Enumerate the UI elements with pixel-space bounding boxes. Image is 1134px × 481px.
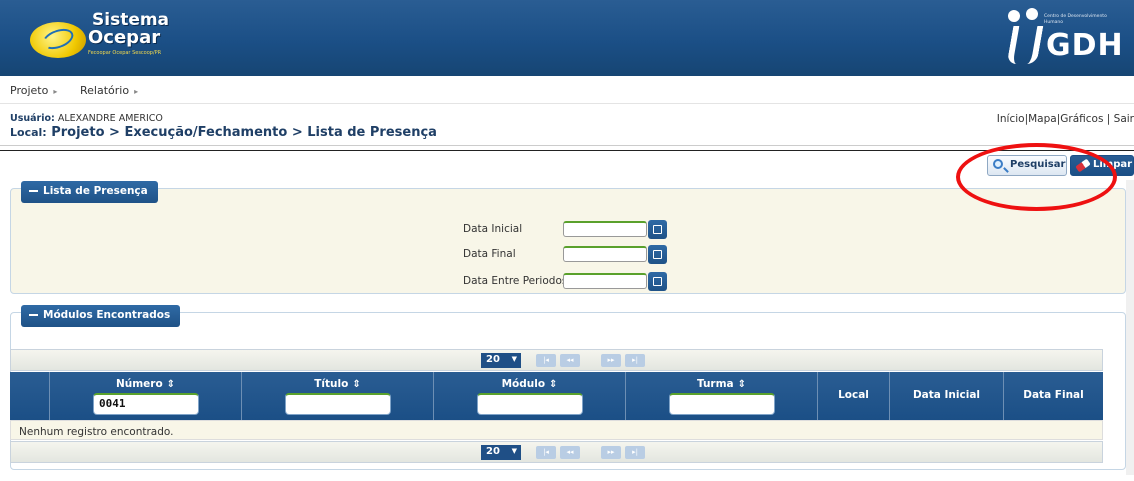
last-page-icon[interactable]: ▸| <box>625 446 645 459</box>
page-size-select[interactable]: 20 <box>481 353 521 368</box>
pager-top: 20 |◂ ◂◂ ▸▸ ▸| <box>10 349 1103 371</box>
pager-bottom: 20 |◂ ◂◂ ▸▸ ▸| <box>10 441 1103 463</box>
data-final-input[interactable] <box>563 246 647 262</box>
column-numero[interactable]: Número ⇕ 0041 <box>50 372 242 420</box>
column-modulo[interactable]: Módulo ⇕ <box>434 372 626 420</box>
row-select-column <box>10 372 50 420</box>
breadcrumb-path: Projeto > Execução/Fechamento > Lista de… <box>51 125 437 140</box>
top-links: Início|Mapa|Gráficos | Sair <box>997 113 1134 125</box>
next-page-icon[interactable]: ▸▸ <box>601 354 621 367</box>
chevron-right-icon: ▸ <box>53 87 58 96</box>
app-header: Sistema Ocepar Fecoopar Ocepar Sescoop/P… <box>0 0 1134 76</box>
menu-item-relatorio[interactable]: Relatório ▸ <box>80 84 138 97</box>
next-page-icon[interactable]: ▸▸ <box>601 446 621 459</box>
menu-item-projeto[interactable]: Projeto ▸ <box>10 84 57 97</box>
gdh-wordmark: GDH <box>1046 28 1124 63</box>
first-page-icon[interactable]: |◂ <box>536 446 556 459</box>
collapse-icon <box>29 190 38 192</box>
user-info: Usuário: ALEXANDRE AMERICO <box>10 113 163 124</box>
calendar-icon[interactable] <box>648 272 667 291</box>
data-inicial-label: Data Inicial <box>463 223 523 235</box>
last-page-icon[interactable]: ▸| <box>625 354 645 367</box>
column-turma[interactable]: Turma ⇕ <box>626 372 818 420</box>
logo-line2: Ocepar <box>88 27 161 48</box>
gdh-caption: Centro de Desenvolvimento Humano <box>1044 14 1107 25</box>
person-figure-icon <box>1004 8 1044 66</box>
link-sair[interactable]: Sair <box>1114 113 1134 125</box>
column-local[interactable]: Local <box>818 372 890 420</box>
link-graficos[interactable]: Gráficos <box>1060 113 1103 125</box>
user-name: ALEXANDRE AMERICO <box>57 113 163 124</box>
link-inicio[interactable]: Início <box>997 113 1025 125</box>
collapse-icon <box>29 314 38 316</box>
filter-panel-toggle[interactable]: Lista de Presença <box>21 181 158 203</box>
titulo-filter-input[interactable] <box>285 393 391 415</box>
numero-filter-input[interactable]: 0041 <box>93 393 199 415</box>
column-label: Data Final <box>1023 389 1084 401</box>
modulo-filter-input[interactable] <box>477 393 583 415</box>
data-final-label: Data Final <box>463 248 516 260</box>
info-bar: Usuário: ALEXANDRE AMERICO Local: Projet… <box>0 104 1134 146</box>
column-data-final[interactable]: Data Final <box>1004 372 1103 420</box>
filter-panel: Lista de Presença Data Inicial Data Fina… <box>10 181 1126 294</box>
user-label: Usuário: <box>10 113 55 124</box>
column-data-inicial[interactable]: Data Inicial <box>890 372 1004 420</box>
results-panel-toggle[interactable]: Módulos Encontrados <box>21 305 181 327</box>
main-menu: Projeto ▸ Relatório ▸ <box>0 76 1134 104</box>
turma-filter-input[interactable] <box>669 393 775 415</box>
data-entre-periodos-label: Data Entre Periodos <box>463 275 568 287</box>
grid-header: Número ⇕ 0041 Título ⇕ Módulo ⇕ Turma ⇕ Loca… <box>10 372 1103 420</box>
menu-item-label: Relatório <box>80 84 130 97</box>
chevron-right-icon: ▸ <box>134 87 139 96</box>
column-label: Módulo <box>501 378 546 390</box>
column-label: Título <box>314 378 349 390</box>
results-panel-title: Módulos Encontrados <box>43 309 171 321</box>
filter-panel-title: Lista de Presença <box>43 185 148 197</box>
divider <box>0 150 1134 151</box>
link-mapa[interactable]: Mapa <box>1028 113 1057 125</box>
annotation-circle <box>956 143 1117 211</box>
calendar-icon[interactable] <box>648 220 667 239</box>
data-inicial-input[interactable] <box>563 221 647 237</box>
column-label: Local <box>838 389 869 401</box>
calendar-icon[interactable] <box>648 245 667 264</box>
empty-message: Nenhum registro encontrado. <box>10 420 1103 440</box>
menu-item-label: Projeto <box>10 84 49 97</box>
column-label: Data Inicial <box>912 389 981 401</box>
column-label: Número <box>115 378 163 390</box>
page-size-select[interactable]: 20 <box>481 445 521 460</box>
sistema-ocepar-logo[interactable]: Sistema Ocepar Fecoopar Ocepar Sescoop/P… <box>22 8 172 64</box>
sort-icon[interactable]: ⇕ <box>352 379 360 390</box>
breadcrumb: Local: Projeto > Execução/Fechamento > L… <box>10 125 437 140</box>
gdh-logo: Centro de Desenvolvimento Humano GDH <box>1000 6 1126 68</box>
prev-page-icon[interactable]: ◂◂ <box>560 446 580 459</box>
local-label: Local: <box>10 126 47 139</box>
vertical-scrollbar[interactable] <box>1126 180 1134 475</box>
sort-icon[interactable]: ⇕ <box>167 379 175 390</box>
sort-icon[interactable]: ⇕ <box>738 379 746 390</box>
column-titulo[interactable]: Título ⇕ <box>242 372 434 420</box>
logo-subtitle: Fecoopar Ocepar Sescoop/PR <box>88 50 162 56</box>
column-label: Turma <box>696 378 734 390</box>
first-page-icon[interactable]: |◂ <box>536 354 556 367</box>
link-separator: | <box>1103 113 1114 125</box>
sort-icon[interactable]: ⇕ <box>549 379 557 390</box>
data-entre-periodos-input[interactable] <box>563 273 647 289</box>
prev-page-icon[interactable]: ◂◂ <box>560 354 580 367</box>
